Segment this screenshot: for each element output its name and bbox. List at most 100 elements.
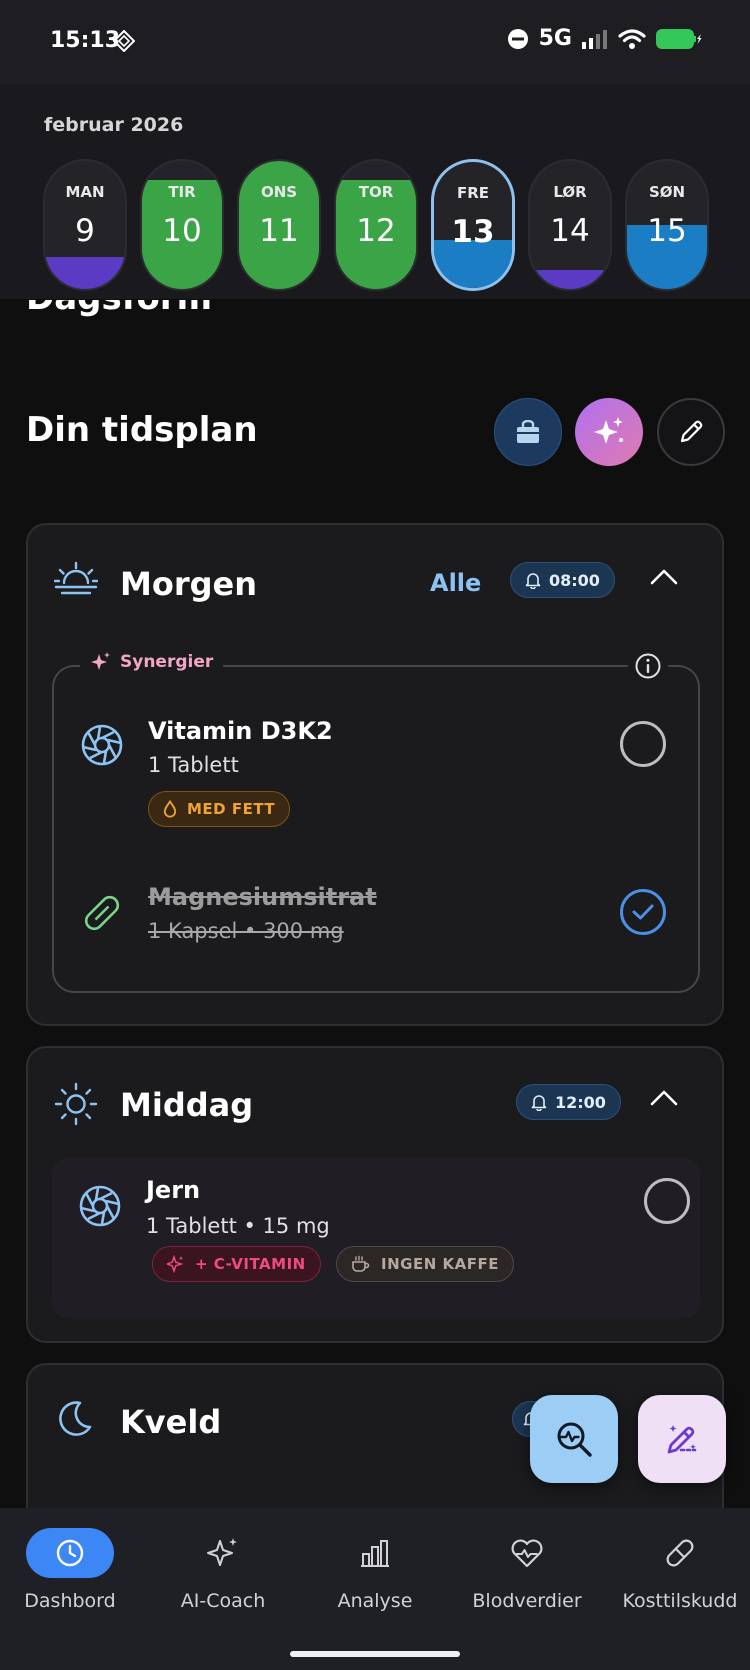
day-name: SØN [648, 183, 686, 201]
sunrise-icon [54, 561, 98, 595]
list-item[interactable]: Vitamin D3K2 1 Tablett MED FETT [54, 707, 698, 847]
tablet-icon [79, 1185, 121, 1227]
day-name: ONS [260, 183, 298, 201]
network-label: 5G [538, 26, 572, 51]
shopping-bag-icon [517, 420, 539, 443]
chevron-up-icon[interactable] [650, 1088, 678, 1106]
morning-title: Morgen [120, 565, 257, 603]
day-name: TIR [168, 183, 196, 201]
sparkle-icon [91, 652, 110, 670]
day-number: 12 [356, 213, 396, 249]
day-number: 11 [259, 213, 299, 249]
do-not-disturb-icon [507, 28, 528, 49]
with-fat-tag: MED FETT [148, 791, 291, 827]
status-time: 15:13 [50, 28, 121, 53]
clock-icon [26, 1528, 114, 1578]
bell-icon [525, 573, 541, 589]
day-strip: MAN 9 TIR 10 ONS 11 TOR 12 FRE 13 LØR 14 SØN 15 [43, 159, 709, 291]
checkbox[interactable] [644, 1178, 690, 1224]
drop-icon [163, 800, 177, 818]
day-ons[interactable]: ONS 11 [237, 159, 321, 291]
status-bar: 15:13 5G [0, 0, 750, 84]
nav-item-analyse[interactable]: Analyse [300, 1528, 450, 1612]
day-number: 10 [162, 213, 202, 249]
ai-suggest-button[interactable] [575, 398, 643, 466]
with-fat-tag-label: MED FETT [187, 800, 276, 818]
battery-charging-icon [656, 28, 702, 49]
day-fre[interactable]: FRE 13 [431, 159, 515, 291]
nav-label: Kosttilskudd [622, 1590, 738, 1612]
midday-card-header[interactable]: Middag 12:00 [28, 1048, 722, 1158]
sparkles-icon [594, 417, 623, 444]
analyze-fab-button[interactable] [530, 1395, 618, 1483]
nav-item-blodverdier[interactable]: Blodverdier [452, 1528, 602, 1612]
month-label: februar 2026 [44, 114, 184, 136]
shop-button[interactable] [494, 398, 562, 466]
nav-label: Analyse [337, 1590, 413, 1612]
midday-reminder-pill[interactable]: 12:00 [516, 1084, 621, 1120]
day-number: 13 [451, 214, 495, 250]
day-søn[interactable]: SØN 15 [625, 159, 709, 291]
sun-icon [54, 1082, 98, 1126]
morning-card-header[interactable]: Morgen Alle 08:00 [28, 525, 722, 635]
checkbox[interactable] [620, 721, 666, 767]
bottom-nav: Dashbord AI-Coach Analyse Blodverdier Ko… [0, 1508, 750, 1670]
synergy-info-button[interactable] [628, 652, 668, 684]
magic-pencil-icon [667, 1425, 697, 1454]
day-man[interactable]: MAN 9 [43, 159, 127, 291]
home-indicator [290, 1651, 460, 1657]
sparkle-icon [167, 1255, 184, 1273]
nav-item-ai-coach[interactable]: AI-Coach [148, 1528, 298, 1612]
partial-heading-text: Dagsform [26, 300, 212, 318]
nav-item-kosttilskudd[interactable]: Kosttilskudd [605, 1528, 750, 1612]
coffee-cup-icon [352, 1255, 370, 1272]
bell-icon [531, 1095, 547, 1111]
chevron-up-icon[interactable] [650, 567, 678, 585]
focus-diamond-icon [113, 30, 135, 52]
signal-icon [582, 29, 607, 49]
midday-time: 12:00 [555, 1092, 606, 1112]
wifi-icon [618, 28, 646, 49]
midday-card: Middag 12:00 Jern 1 Tablett • 15 mg + C-… [26, 1046, 724, 1343]
log-fab-button[interactable] [638, 1395, 726, 1483]
day-number: 9 [75, 213, 95, 249]
midday-title: Middag [120, 1086, 254, 1124]
capsule-icon [84, 895, 120, 931]
checkbox-checked[interactable] [620, 889, 666, 935]
day-name: MAN [65, 183, 105, 201]
supplement-dose: 1 Tablett • 15 mg [146, 1214, 330, 1238]
day-name: FRE [456, 184, 490, 202]
day-tor[interactable]: TOR 12 [334, 159, 418, 291]
bar-chart-icon [300, 1528, 450, 1578]
synergy-label-text: Synergier [120, 652, 214, 672]
nav-label: Blodverdier [472, 1590, 582, 1612]
pencil-icon [680, 420, 703, 443]
check-icon [632, 904, 654, 920]
edit-schedule-button[interactable] [657, 398, 725, 466]
nav-item-dashboard[interactable]: Dashbord [0, 1528, 145, 1612]
heart-pulse-icon [452, 1528, 602, 1578]
day-name: TOR [358, 183, 394, 201]
no-coffee-tag: INGEN KAFFE [336, 1246, 514, 1282]
search-pulse-icon [557, 1422, 592, 1457]
day-progress-fill [530, 269, 610, 289]
partial-heading: Dagsform [26, 300, 426, 334]
list-item[interactable]: Jern 1 Tablett • 15 mg + C-VITAMIN INGEN… [28, 1176, 722, 1316]
no-coffee-tag-label: INGEN KAFFE [381, 1255, 499, 1273]
day-tir[interactable]: TIR 10 [140, 159, 224, 291]
moon-icon [59, 1401, 92, 1436]
morning-reminder-pill[interactable]: 08:00 [510, 562, 615, 598]
pill-icon [605, 1528, 750, 1578]
list-item[interactable]: Magnesiumsitrat 1 Kapsel • 300 mg [54, 875, 698, 975]
day-progress-fill [45, 257, 125, 289]
take-all-button[interactable]: Alle [430, 569, 481, 597]
nav-label: AI-Coach [180, 1590, 266, 1612]
supplement-name: Jern [146, 1176, 201, 1204]
day-number: 14 [550, 213, 590, 249]
day-lør[interactable]: LØR 14 [528, 159, 612, 291]
day-name: LØR [553, 183, 587, 201]
morning-card: Morgen Alle 08:00 Synergier Vitamin D3K2… [26, 523, 724, 1026]
vitamin-c-tag-label: + C-VITAMIN [195, 1255, 306, 1273]
info-icon [635, 653, 661, 679]
tablet-icon [81, 724, 123, 766]
